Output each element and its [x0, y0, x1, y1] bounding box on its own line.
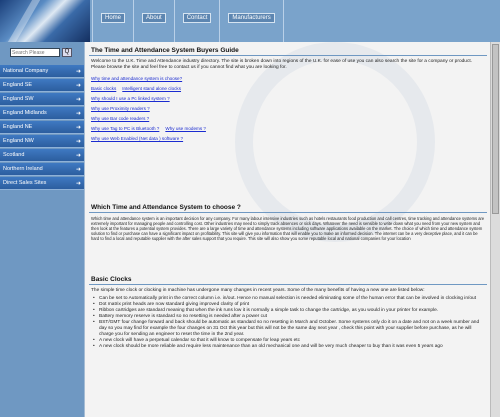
arrow-right-icon: ➜	[75, 110, 81, 117]
menu-item-england-se[interactable]: England SE ➜	[0, 79, 84, 92]
menu-item-label: England NE	[3, 124, 33, 130]
which-system-section: Which Time and Attendance System to choo…	[89, 202, 487, 272]
menu-item-england-midlands[interactable]: England Midlands ➜	[0, 107, 84, 120]
menu-item-label: England Midlands	[3, 110, 47, 116]
link-web-enabled[interactable]: Why use Web Enabled (Net data ) software…	[91, 136, 183, 141]
link-why-choose[interactable]: Why time and attendance system is choose…	[91, 76, 182, 81]
search-input[interactable]	[10, 48, 60, 57]
arrow-right-icon: ➜	[75, 138, 81, 145]
search-button[interactable]: Q	[62, 48, 72, 57]
section-heading: Basic Clocks	[89, 274, 487, 285]
menu-item-label: Direct Sales Sites	[3, 180, 47, 186]
section-heading: Which Time and Attendance System to choo…	[89, 202, 487, 213]
link-bluetooth[interactable]: Why use Tag to PC is Bluetooth ?	[91, 126, 159, 131]
site-logo	[0, 0, 90, 42]
sidebar: Q National Company ➜ England SE ➜ England …	[0, 42, 84, 417]
section-text: Which time and attendance system is an i…	[91, 216, 485, 241]
nav-manufacturers-link[interactable]: Manufacturers	[228, 13, 275, 23]
link-pc-linked[interactable]: Why should I use a Pc linked system ?	[91, 96, 170, 101]
link-proximity-readers[interactable]: Why use Proximity readers ?	[91, 106, 150, 111]
menu-item-northern-ireland[interactable]: Northern Ireland ➜	[0, 163, 84, 176]
region-menu: National Company ➜ England SE ➜ England SW…	[0, 65, 84, 191]
nav-home-link[interactable]: Home	[101, 13, 126, 23]
menu-item-national-company[interactable]: National Company ➜	[0, 65, 84, 78]
menu-item-label: Scotland	[3, 152, 25, 158]
menu-item-england-ne[interactable]: England NE ➜	[0, 121, 84, 134]
page-title: The Time and Attendance System Buyers Gu…	[89, 45, 487, 56]
menu-item-label: England SW	[3, 96, 34, 102]
scrollbar-thumb[interactable]	[492, 44, 499, 214]
benefits-list: Can be set to Automatically print in the…	[89, 294, 487, 350]
guide-links: Why time and attendance system is choose…	[89, 76, 487, 141]
search-box: Q	[10, 48, 72, 57]
intro-section: The Time and Attendance System Buyers Gu…	[89, 45, 487, 200]
arrow-right-icon: ➜	[75, 180, 81, 187]
link-modems[interactable]: Why use modems ?	[165, 126, 206, 131]
link-intelligent-clocks[interactable]: Intelligent stand alone clocks	[122, 86, 181, 91]
arrow-right-icon: ➜	[75, 152, 81, 159]
arrow-right-icon: ➜	[75, 124, 81, 131]
link-bar-code-readers[interactable]: Why use Bar code readers ?	[91, 116, 149, 121]
header-bar: Home About Contact Manufacturers	[0, 0, 500, 42]
link-basic-clocks[interactable]: Basic clocks	[91, 86, 116, 91]
main-content: The Time and Attendance System Buyers Gu…	[84, 42, 490, 417]
top-navigation: Home About Contact Manufacturers	[92, 0, 284, 42]
basic-clocks-section: Basic Clocks The simple time clock or cl…	[89, 274, 487, 417]
list-item: A new clock should be more reliable and …	[93, 344, 485, 350]
nav-about-link[interactable]: About	[142, 13, 166, 23]
menu-item-label: England SE	[3, 82, 33, 88]
menu-item-direct-sales-sites[interactable]: Direct Sales Sites ➜	[0, 177, 84, 190]
arrow-right-icon: ➜	[75, 96, 81, 103]
list-item: BST/GMT four change forward and back sho…	[93, 320, 485, 338]
section-text: The simple time clock or clocking in mac…	[91, 288, 425, 293]
intro-text: Welcome to the U.K. Time and Attendance …	[91, 59, 473, 70]
menu-item-label: Northern Ireland	[3, 166, 43, 172]
nav-contact-link[interactable]: Contact	[182, 13, 212, 23]
menu-item-england-nw[interactable]: England NW ➜	[0, 135, 84, 148]
menu-item-scotland[interactable]: Scotland ➜	[0, 149, 84, 162]
vertical-scrollbar[interactable]	[490, 42, 500, 417]
menu-item-label: England NW	[3, 138, 34, 144]
arrow-right-icon: ➜	[75, 68, 81, 75]
arrow-right-icon: ➜	[75, 166, 81, 173]
menu-item-label: National Company	[3, 68, 49, 74]
menu-item-england-sw[interactable]: England SW ➜	[0, 93, 84, 106]
arrow-right-icon: ➜	[75, 82, 81, 89]
